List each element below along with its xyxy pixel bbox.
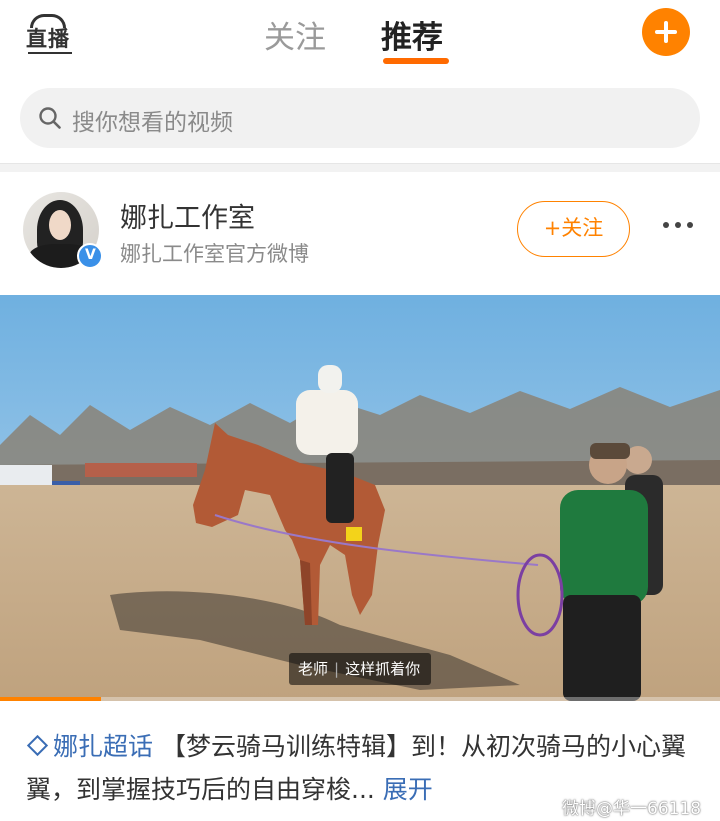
verified-badge-icon: V	[77, 243, 103, 269]
tab-following[interactable]: 关注	[264, 12, 326, 57]
live-button[interactable]: 直播	[26, 14, 74, 56]
video-progress-bar[interactable]	[0, 697, 720, 701]
plus-icon-vertical	[664, 21, 668, 43]
topic-link[interactable]: 娜扎超话	[26, 732, 153, 761]
top-bar: 直播 关注 推荐	[0, 0, 720, 80]
more-options-icon[interactable]	[661, 220, 695, 230]
caption-text: 这样抓着你	[345, 660, 421, 678]
diamond-icon	[26, 734, 49, 757]
active-tab-indicator	[383, 58, 449, 64]
search-section: 搜你想看的视频	[0, 80, 720, 164]
search-placeholder: 搜你想看的视频	[72, 110, 233, 136]
live-underline	[28, 52, 72, 54]
tab-recommended[interactable]: 推荐	[381, 12, 443, 57]
avatar-face	[49, 210, 71, 240]
caption-speaker: 老师	[298, 660, 329, 678]
video-player[interactable]: 老师 | 这样抓着你	[0, 295, 720, 701]
topic-label: 娜扎超话	[53, 732, 154, 761]
video-caption: 老师 | 这样抓着你	[289, 653, 431, 685]
search-icon	[39, 107, 61, 129]
watermark: 微博@华一66118	[562, 799, 702, 819]
expand-link[interactable]: 展开	[383, 775, 433, 804]
follow-button[interactable]: +关注	[517, 201, 630, 257]
video-progress-fill	[0, 697, 101, 701]
add-button[interactable]	[642, 8, 690, 56]
search-input[interactable]: 搜你想看的视频	[20, 88, 700, 148]
author-description: 娜扎工作室官方微博	[120, 242, 309, 266]
post-card: V 娜扎工作室 娜扎工作室官方微博 +关注 老师 | 这样抓着你 娜扎超话 【梦…	[0, 172, 720, 821]
live-label: 直播	[26, 27, 70, 51]
video-frame	[0, 295, 720, 701]
author-name[interactable]: 娜扎工作室	[120, 196, 255, 235]
